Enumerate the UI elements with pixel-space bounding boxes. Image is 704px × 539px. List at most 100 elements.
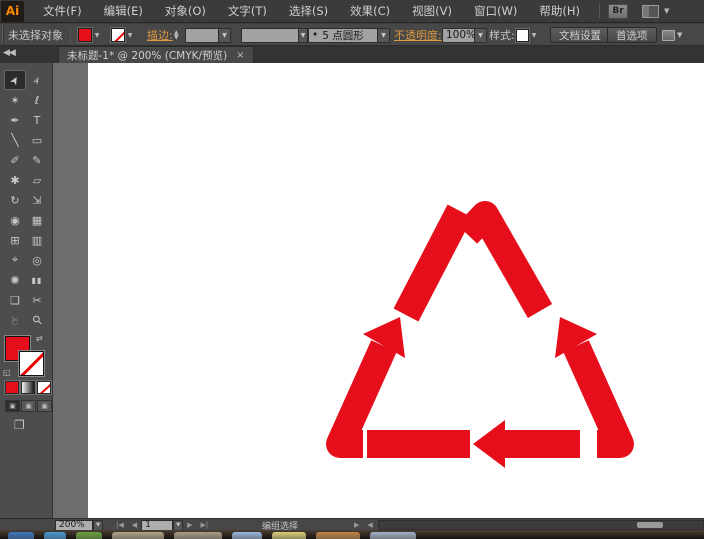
menu-help[interactable]: 帮助(H)	[528, 0, 591, 22]
taskbar-icon-pinned-5[interactable]	[316, 532, 360, 539]
taskbar-icon-browser[interactable]	[8, 532, 34, 539]
menu-type[interactable]: 文字(T)	[217, 0, 278, 22]
taskbar-icon-messenger[interactable]	[44, 532, 66, 539]
app-logo-icon: Ai	[1, 1, 24, 22]
rotate-tool-icon[interactable]: ↻	[4, 190, 26, 210]
pen-tool-icon[interactable]: ✒	[4, 110, 26, 130]
brush-dropdown[interactable]: ▼	[378, 28, 390, 43]
opacity-field[interactable]: 100%	[442, 28, 475, 43]
taskbar-icon-pinned-4[interactable]	[272, 532, 306, 539]
collapse-panel-icon[interactable]: ◀◀	[3, 48, 15, 58]
menu-select[interactable]: 选择(S)	[278, 0, 339, 22]
pencil-tool-icon[interactable]: ✎	[26, 150, 48, 170]
fill-color-swatch[interactable]	[78, 28, 92, 42]
artboard-tool-icon[interactable]: ❏	[4, 290, 26, 310]
next-artboard-button[interactable]: ▶	[187, 521, 192, 529]
perspective-grid-tool-icon[interactable]: ▦	[26, 210, 48, 230]
symbol-sprayer-tool-icon[interactable]: ✺	[4, 270, 26, 290]
paintbrush-tool-icon[interactable]: ✐	[4, 150, 26, 170]
gradient-tool-icon[interactable]: ▥	[26, 230, 48, 250]
recycle-triangle-artwork[interactable]	[88, 63, 704, 518]
fill-dropdown-icon[interactable]: ▼	[92, 28, 102, 43]
none-button[interactable]	[37, 381, 51, 394]
gradient-button[interactable]	[21, 381, 35, 394]
rectangle-tool-icon[interactable]: ▭	[26, 130, 48, 150]
menu-object[interactable]: 对象(O)	[154, 0, 217, 22]
draw-normal-button[interactable]: ▣	[5, 400, 20, 412]
zoom-dropdown[interactable]: ▼	[93, 520, 103, 531]
tools-grid: ➤➢✶ℓ✒T╲▭✐✎✱▱ ↻ ⇲ ◉▦⊞▥⌖◎✺▮▮❏✂☞⚲	[4, 70, 49, 330]
horizontal-scrollbar[interactable]	[378, 520, 704, 530]
scale-glyph: ⇲	[32, 194, 41, 207]
width-profile-dropdown[interactable]: ▼	[299, 28, 308, 43]
bridge-button[interactable]: Br	[608, 4, 628, 19]
type-tool-icon[interactable]: T	[26, 110, 48, 130]
zoom-tool-icon[interactable]: ⚲	[26, 310, 48, 330]
stroke-weight-dropdown[interactable]: ▼	[219, 28, 231, 43]
magic-wand-tool-icon[interactable]: ✶	[4, 90, 26, 110]
chevron-down-icon[interactable]: ▼	[677, 31, 682, 39]
rotate-glyph: ↻	[10, 194, 19, 207]
style-dropdown-icon[interactable]: ▼	[529, 28, 539, 43]
document-setup-button[interactable]: 文档设置	[550, 27, 610, 43]
draw-inside-button[interactable]: ▣	[37, 400, 52, 412]
stroke-color-swatch[interactable]	[111, 28, 125, 42]
direct-selection-tool-icon[interactable]: ➢	[26, 70, 48, 90]
color-button[interactable]	[5, 381, 19, 394]
chevron-down-icon: ▼	[664, 7, 669, 15]
line-segment-tool-icon[interactable]: ╲	[4, 130, 26, 150]
stroke-dropdown-icon[interactable]: ▼	[125, 28, 135, 43]
taskbar-icon-pinned-1[interactable]	[112, 532, 164, 539]
draw-behind-button[interactable]: ▣	[21, 400, 36, 412]
taskbar-icon-pinned-6[interactable]	[370, 532, 416, 539]
opacity-dropdown[interactable]: ▼	[475, 28, 487, 43]
taskbar-icon-pinned-2[interactable]	[174, 532, 222, 539]
artboard-number-field[interactable]: 1	[141, 520, 173, 531]
opacity-panel-link[interactable]: 不透明度:	[394, 24, 442, 46]
taskbar-icon-pinned-3[interactable]	[232, 532, 262, 539]
stroke-swatch[interactable]	[19, 351, 44, 376]
document-tab[interactable]: 未标题-1* @ 200% (CMYK/预览) ×	[58, 46, 254, 63]
scroll-left-arrow[interactable]: ◀	[367, 521, 372, 529]
prev-artboard-button[interactable]: ◀	[132, 521, 137, 529]
taskbar-icon-green-app[interactable]	[76, 532, 102, 539]
screen-mode-button[interactable]: ❐	[14, 418, 25, 432]
blend-tool-icon[interactable]: ◎	[26, 250, 48, 270]
menu-view[interactable]: 视图(V)	[401, 0, 463, 22]
close-icon[interactable]: ×	[236, 50, 244, 61]
hand-tool-icon[interactable]: ☞	[4, 310, 26, 330]
menu-window[interactable]: 窗口(W)	[463, 0, 528, 22]
swap-fill-stroke-icon[interactable]: ⇄	[36, 334, 43, 343]
menu-effect[interactable]: 效果(C)	[339, 0, 401, 22]
artboard-dropdown[interactable]: ▼	[173, 520, 183, 531]
preferences-button[interactable]: 首选项	[607, 27, 657, 43]
brush-definition-field[interactable]: • 5 点圆形	[308, 28, 378, 43]
zoom-level-field[interactable]: 200%	[55, 520, 93, 531]
slice-tool-icon[interactable]: ✂	[26, 290, 48, 310]
menu-edit[interactable]: 编辑(E)	[93, 0, 154, 22]
stroke-weight-stepper[interactable]: ▲ ▼	[174, 24, 179, 46]
first-artboard-button[interactable]: |◀	[116, 521, 124, 529]
shape-builder-tool-icon[interactable]: ◉	[4, 210, 26, 230]
default-fill-stroke-icon[interactable]: ◱	[3, 368, 11, 377]
style-swatch[interactable]	[516, 29, 529, 42]
column-graph-tool-icon[interactable]: ▮▮	[26, 270, 48, 290]
mesh-tool-icon[interactable]: ⊞	[4, 230, 26, 250]
last-artboard-button[interactable]: ▶|	[201, 521, 209, 529]
blob-brush-tool-icon[interactable]: ✱	[4, 170, 26, 190]
selection-tool-icon[interactable]: ➤	[4, 70, 26, 90]
stroke-panel-link[interactable]: 描边:	[147, 24, 173, 46]
eraser-tool-icon[interactable]: ▱	[26, 170, 48, 190]
eyedropper-tool-icon[interactable]: ⌖	[4, 250, 26, 270]
lasso-tool-icon[interactable]: ℓ	[26, 90, 48, 110]
scroll-right-arrow[interactable]: ▶	[354, 521, 359, 529]
width-profile-field[interactable]	[241, 28, 299, 43]
scale-tool-icon[interactable]: ⇲	[26, 190, 48, 210]
control-panel-menu-icon[interactable]	[662, 30, 675, 41]
selection-glyph: ➤	[7, 73, 23, 87]
workspace-switcher[interactable]: ▼	[642, 5, 669, 18]
menu-file[interactable]: 文件(F)	[32, 0, 93, 22]
step-down-icon[interactable]: ▼	[174, 35, 179, 40]
stroke-weight-field[interactable]	[185, 28, 219, 43]
scrollbar-thumb[interactable]	[637, 522, 663, 528]
